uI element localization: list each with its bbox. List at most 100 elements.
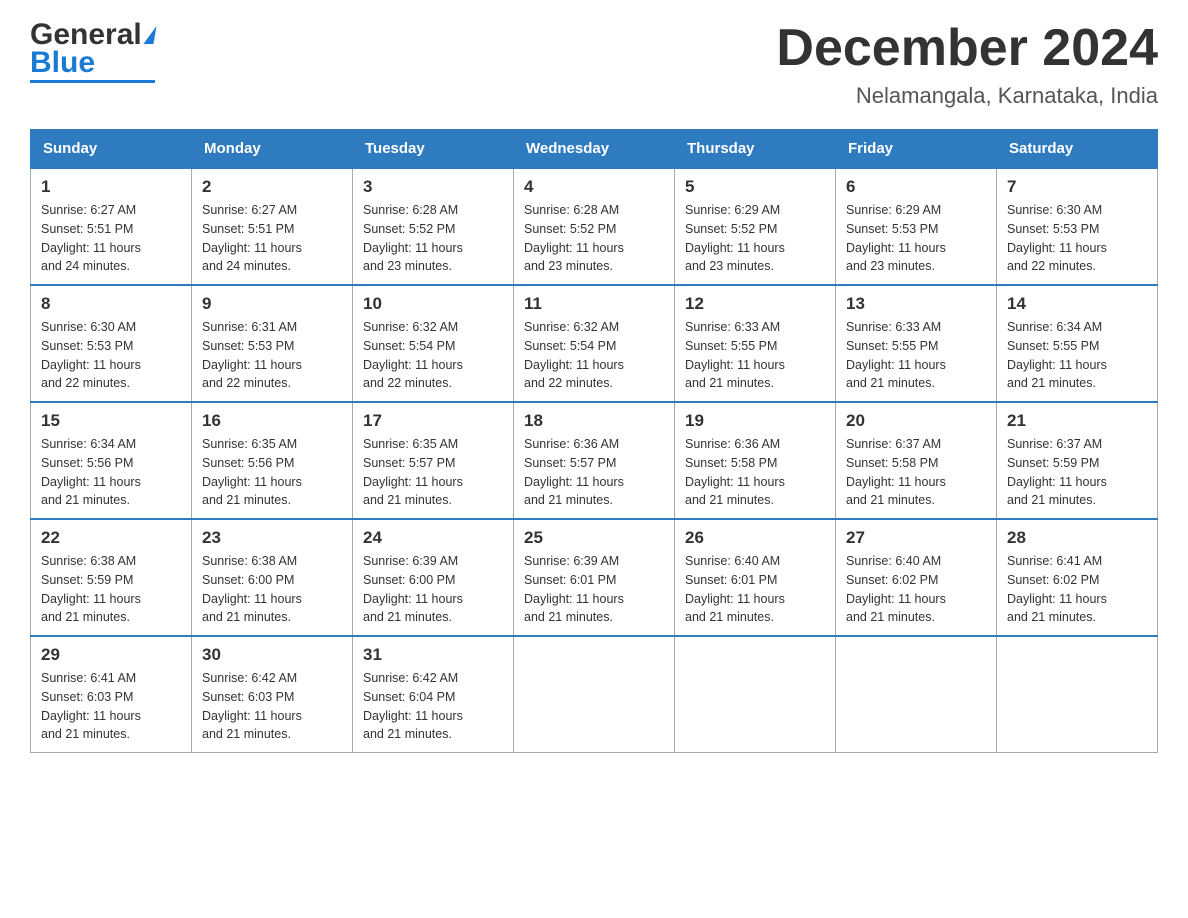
day-number: 23 xyxy=(202,528,342,548)
calendar-cell: 2 Sunrise: 6:27 AMSunset: 5:51 PMDayligh… xyxy=(192,168,353,285)
calendar-week-4: 22 Sunrise: 6:38 AMSunset: 5:59 PMDaylig… xyxy=(31,519,1158,636)
calendar-cell: 11 Sunrise: 6:32 AMSunset: 5:54 PMDaylig… xyxy=(514,285,675,402)
day-info: Sunrise: 6:34 AMSunset: 5:55 PMDaylight:… xyxy=(1007,320,1107,390)
day-number: 13 xyxy=(846,294,986,314)
day-info: Sunrise: 6:35 AMSunset: 5:57 PMDaylight:… xyxy=(363,437,463,507)
day-number: 3 xyxy=(363,177,503,197)
day-info: Sunrise: 6:30 AMSunset: 5:53 PMDaylight:… xyxy=(41,320,141,390)
title-section: December 2024 Nelamangala, Karnataka, In… xyxy=(776,20,1158,109)
day-number: 22 xyxy=(41,528,181,548)
day-number: 12 xyxy=(685,294,825,314)
calendar-cell: 26 Sunrise: 6:40 AMSunset: 6:01 PMDaylig… xyxy=(675,519,836,636)
day-info: Sunrise: 6:36 AMSunset: 5:58 PMDaylight:… xyxy=(685,437,785,507)
calendar-cell: 21 Sunrise: 6:37 AMSunset: 5:59 PMDaylig… xyxy=(997,402,1158,519)
day-number: 8 xyxy=(41,294,181,314)
logo-arrow-icon xyxy=(143,26,156,44)
day-number: 24 xyxy=(363,528,503,548)
calendar-header-wednesday: Wednesday xyxy=(514,130,675,169)
calendar-header-friday: Friday xyxy=(836,130,997,169)
calendar-cell: 22 Sunrise: 6:38 AMSunset: 5:59 PMDaylig… xyxy=(31,519,192,636)
day-number: 11 xyxy=(524,294,664,314)
day-info: Sunrise: 6:40 AMSunset: 6:02 PMDaylight:… xyxy=(846,554,946,624)
day-info: Sunrise: 6:38 AMSunset: 5:59 PMDaylight:… xyxy=(41,554,141,624)
day-number: 26 xyxy=(685,528,825,548)
day-info: Sunrise: 6:38 AMSunset: 6:00 PMDaylight:… xyxy=(202,554,302,624)
day-info: Sunrise: 6:33 AMSunset: 5:55 PMDaylight:… xyxy=(846,320,946,390)
calendar-cell: 20 Sunrise: 6:37 AMSunset: 5:58 PMDaylig… xyxy=(836,402,997,519)
day-number: 10 xyxy=(363,294,503,314)
calendar-cell: 12 Sunrise: 6:33 AMSunset: 5:55 PMDaylig… xyxy=(675,285,836,402)
calendar-cell: 6 Sunrise: 6:29 AMSunset: 5:53 PMDayligh… xyxy=(836,168,997,285)
day-number: 27 xyxy=(846,528,986,548)
page-header: General Blue December 2024 Nelamangala, … xyxy=(30,20,1158,109)
calendar-cell: 16 Sunrise: 6:35 AMSunset: 5:56 PMDaylig… xyxy=(192,402,353,519)
subtitle: Nelamangala, Karnataka, India xyxy=(776,83,1158,109)
day-number: 2 xyxy=(202,177,342,197)
day-info: Sunrise: 6:42 AMSunset: 6:03 PMDaylight:… xyxy=(202,671,302,741)
logo-blue-text: Blue xyxy=(30,48,155,83)
calendar-cell: 8 Sunrise: 6:30 AMSunset: 5:53 PMDayligh… xyxy=(31,285,192,402)
calendar-table: SundayMondayTuesdayWednesdayThursdayFrid… xyxy=(30,129,1158,753)
day-info: Sunrise: 6:33 AMSunset: 5:55 PMDaylight:… xyxy=(685,320,785,390)
calendar-cell: 7 Sunrise: 6:30 AMSunset: 5:53 PMDayligh… xyxy=(997,168,1158,285)
day-info: Sunrise: 6:28 AMSunset: 5:52 PMDaylight:… xyxy=(363,203,463,273)
day-number: 31 xyxy=(363,645,503,665)
calendar-cell: 9 Sunrise: 6:31 AMSunset: 5:53 PMDayligh… xyxy=(192,285,353,402)
day-info: Sunrise: 6:31 AMSunset: 5:53 PMDaylight:… xyxy=(202,320,302,390)
calendar-cell xyxy=(675,636,836,753)
day-info: Sunrise: 6:28 AMSunset: 5:52 PMDaylight:… xyxy=(524,203,624,273)
day-number: 19 xyxy=(685,411,825,431)
calendar-cell: 15 Sunrise: 6:34 AMSunset: 5:56 PMDaylig… xyxy=(31,402,192,519)
day-number: 14 xyxy=(1007,294,1147,314)
day-info: Sunrise: 6:27 AMSunset: 5:51 PMDaylight:… xyxy=(202,203,302,273)
calendar-cell: 28 Sunrise: 6:41 AMSunset: 6:02 PMDaylig… xyxy=(997,519,1158,636)
calendar-cell: 13 Sunrise: 6:33 AMSunset: 5:55 PMDaylig… xyxy=(836,285,997,402)
day-number: 4 xyxy=(524,177,664,197)
calendar-cell: 25 Sunrise: 6:39 AMSunset: 6:01 PMDaylig… xyxy=(514,519,675,636)
calendar-header-thursday: Thursday xyxy=(675,130,836,169)
calendar-cell: 24 Sunrise: 6:39 AMSunset: 6:00 PMDaylig… xyxy=(353,519,514,636)
day-info: Sunrise: 6:32 AMSunset: 5:54 PMDaylight:… xyxy=(524,320,624,390)
day-number: 16 xyxy=(202,411,342,431)
calendar-header-tuesday: Tuesday xyxy=(353,130,514,169)
day-number: 30 xyxy=(202,645,342,665)
day-info: Sunrise: 6:41 AMSunset: 6:02 PMDaylight:… xyxy=(1007,554,1107,624)
calendar-cell xyxy=(836,636,997,753)
day-info: Sunrise: 6:42 AMSunset: 6:04 PMDaylight:… xyxy=(363,671,463,741)
calendar-cell: 30 Sunrise: 6:42 AMSunset: 6:03 PMDaylig… xyxy=(192,636,353,753)
day-info: Sunrise: 6:35 AMSunset: 5:56 PMDaylight:… xyxy=(202,437,302,507)
calendar-cell xyxy=(514,636,675,753)
calendar-cell: 29 Sunrise: 6:41 AMSunset: 6:03 PMDaylig… xyxy=(31,636,192,753)
calendar-cell: 17 Sunrise: 6:35 AMSunset: 5:57 PMDaylig… xyxy=(353,402,514,519)
day-info: Sunrise: 6:37 AMSunset: 5:59 PMDaylight:… xyxy=(1007,437,1107,507)
day-number: 28 xyxy=(1007,528,1147,548)
calendar-cell: 10 Sunrise: 6:32 AMSunset: 5:54 PMDaylig… xyxy=(353,285,514,402)
day-number: 25 xyxy=(524,528,664,548)
day-info: Sunrise: 6:29 AMSunset: 5:52 PMDaylight:… xyxy=(685,203,785,273)
main-title: December 2024 xyxy=(776,20,1158,77)
calendar-cell: 5 Sunrise: 6:29 AMSunset: 5:52 PMDayligh… xyxy=(675,168,836,285)
calendar-header-sunday: Sunday xyxy=(31,130,192,169)
day-number: 21 xyxy=(1007,411,1147,431)
calendar-cell xyxy=(997,636,1158,753)
day-info: Sunrise: 6:37 AMSunset: 5:58 PMDaylight:… xyxy=(846,437,946,507)
calendar-cell: 18 Sunrise: 6:36 AMSunset: 5:57 PMDaylig… xyxy=(514,402,675,519)
calendar-week-5: 29 Sunrise: 6:41 AMSunset: 6:03 PMDaylig… xyxy=(31,636,1158,753)
calendar-cell: 31 Sunrise: 6:42 AMSunset: 6:04 PMDaylig… xyxy=(353,636,514,753)
day-info: Sunrise: 6:40 AMSunset: 6:01 PMDaylight:… xyxy=(685,554,785,624)
calendar-cell: 19 Sunrise: 6:36 AMSunset: 5:58 PMDaylig… xyxy=(675,402,836,519)
day-number: 1 xyxy=(41,177,181,197)
day-number: 17 xyxy=(363,411,503,431)
day-number: 9 xyxy=(202,294,342,314)
calendar-cell: 23 Sunrise: 6:38 AMSunset: 6:00 PMDaylig… xyxy=(192,519,353,636)
calendar-week-1: 1 Sunrise: 6:27 AMSunset: 5:51 PMDayligh… xyxy=(31,168,1158,285)
calendar-cell: 27 Sunrise: 6:40 AMSunset: 6:02 PMDaylig… xyxy=(836,519,997,636)
day-number: 20 xyxy=(846,411,986,431)
day-number: 6 xyxy=(846,177,986,197)
calendar-header-row: SundayMondayTuesdayWednesdayThursdayFrid… xyxy=(31,130,1158,169)
logo: General Blue xyxy=(30,20,155,83)
day-number: 18 xyxy=(524,411,664,431)
calendar-header-monday: Monday xyxy=(192,130,353,169)
day-info: Sunrise: 6:39 AMSunset: 6:01 PMDaylight:… xyxy=(524,554,624,624)
day-info: Sunrise: 6:36 AMSunset: 5:57 PMDaylight:… xyxy=(524,437,624,507)
